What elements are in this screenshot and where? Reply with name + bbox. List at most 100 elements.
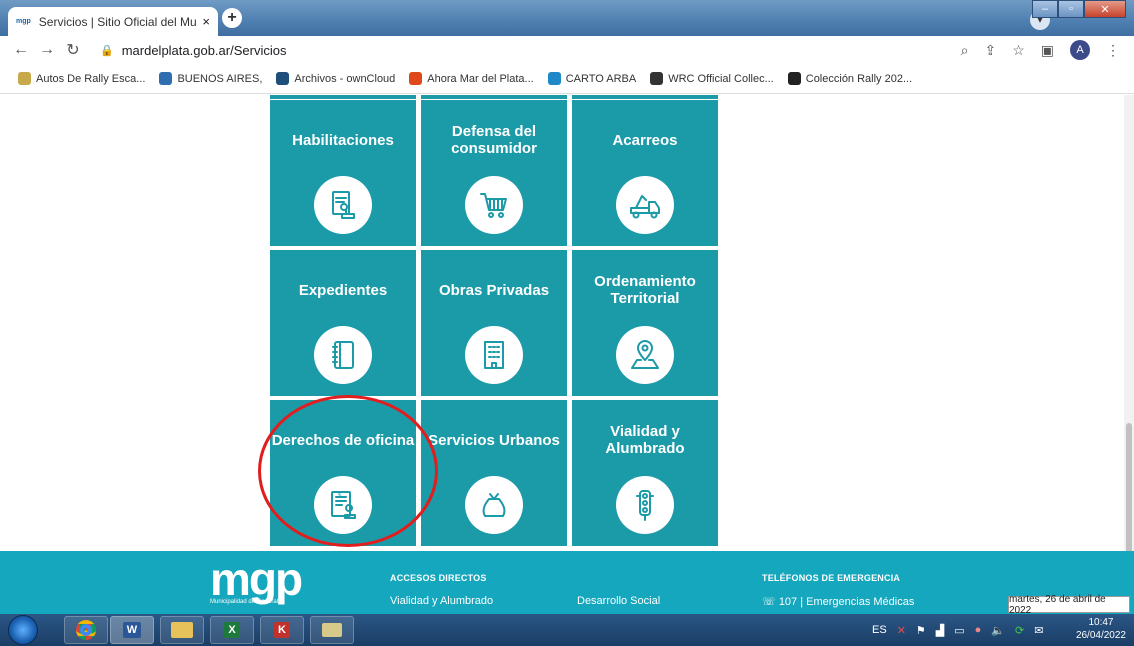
new-tab-button[interactable]: + — [222, 8, 242, 28]
lock-icon[interactable]: 🔒 — [100, 44, 114, 57]
close-tab-icon[interactable]: × — [202, 14, 210, 29]
service-tile-label: Obras Privadas — [438, 281, 550, 299]
side-panel-icon[interactable]: ▣ — [1041, 42, 1054, 59]
minimize-button[interactable]: – — [1032, 0, 1058, 18]
bookmark-label: Autos De Rally Esca... — [36, 72, 146, 85]
close-window-button[interactable]: ✕ — [1084, 0, 1126, 18]
service-tile[interactable]: Vialidad y Alumbrado — [572, 400, 718, 546]
language-indicator[interactable]: ES — [872, 624, 887, 636]
document-stamp-icon — [314, 176, 372, 234]
volume-icon[interactable]: 🔈 — [991, 624, 1005, 637]
tab-favicon: mgp — [16, 18, 31, 25]
windows-taskbar: W X K ES ✕ ⚑ ▟ ▭ ● 🔈 ⟳ ✉ 10:47 26/04/202… — [0, 614, 1134, 646]
sync-icon[interactable]: ⟳ — [1015, 624, 1024, 637]
red-highlight-circle — [258, 395, 438, 547]
footer-link-desarrollo[interactable]: Desarrollo Social — [577, 595, 660, 607]
bookmark-label: BUENOS AIRES, — [177, 72, 263, 85]
service-tile[interactable]: Ordenamiento Territorial — [572, 250, 718, 396]
trash-bag-icon — [465, 476, 523, 534]
bookmark-item[interactable]: WRC Official Collec... — [650, 72, 774, 85]
service-tile-label: Expedientes — [298, 281, 388, 299]
bookmark-item[interactable]: BUENOS AIRES, — [159, 72, 262, 85]
system-tray: ES ✕ ⚑ ▟ ▭ ● 🔈 ⟳ ✉ — [872, 614, 1043, 646]
network-icon[interactable]: ▟ — [936, 624, 944, 637]
accesos-heading: ACCESOS DIRECTOS — [390, 573, 487, 583]
building-icon — [465, 326, 523, 384]
bookmark-star-icon[interactable]: ☆ — [1012, 42, 1025, 59]
mountain-icon — [159, 72, 173, 85]
bookmark-item[interactable]: Colección Rally 202... — [787, 72, 913, 85]
page-scrollbar[interactable] — [1124, 95, 1134, 614]
footer-link-vialidad[interactable]: Vialidad y Alumbrado — [390, 595, 493, 607]
service-tile[interactable]: Defensa del consumidor — [421, 100, 567, 246]
address-bar: ← → ↻ 🔒 mardelplata.gob.ar/Servicios ⌕ ⇪… — [0, 36, 1134, 64]
rally-icon — [18, 72, 31, 85]
telefonos-heading: TELÉFONOS DE EMERGENCIA — [762, 573, 901, 583]
share-icon[interactable]: ⇪ — [984, 42, 996, 59]
logo-text: mgp — [210, 553, 303, 605]
bookmark-item[interactable]: Archivos - ownCloud — [276, 72, 395, 85]
menu-icon[interactable]: ⋮ — [1106, 42, 1120, 59]
reload-icon[interactable]: ↻ — [60, 40, 86, 60]
browser-tab-bar: mgp Servicios | Sitio Oficial del Munici… — [0, 0, 1134, 36]
disc-icon — [787, 72, 801, 85]
bookmark-label: Ahora Mar del Plata... — [427, 72, 534, 85]
window-controls: – ▫ ✕ — [1032, 0, 1126, 18]
service-tile-label: Defensa del consumidor — [451, 123, 537, 157]
word-taskbar-icon[interactable]: W — [110, 616, 154, 644]
date-tooltip: martes, 26 de abril de 2022 — [1008, 594, 1130, 616]
start-button[interactable] — [8, 615, 38, 645]
back-icon[interactable]: ← — [8, 41, 34, 59]
bookmark-label: Colección Rally 202... — [805, 72, 913, 85]
explorer-taskbar-icon[interactable] — [160, 616, 204, 644]
service-tile-label: Servicios Urbanos — [428, 431, 560, 449]
chrome-taskbar-icon[interactable] — [64, 616, 108, 644]
security-icon[interactable]: ● — [975, 624, 982, 636]
toolbar-actions: ⌕ ⇪ ☆ ▣ A ⋮ — [961, 40, 1120, 60]
service-tile-label: Habilitaciones — [292, 131, 394, 149]
phone-icon: ☏ — [762, 596, 779, 608]
car-icon — [650, 72, 664, 85]
arba-icon — [547, 72, 561, 85]
app-taskbar-icon[interactable] — [310, 616, 354, 644]
mgp-logo[interactable]: mgp Municipalidad de General — [210, 556, 303, 606]
service-tile[interactable]: Acarreos — [572, 100, 718, 246]
bookmark-label: CARTO ARBA — [565, 72, 637, 85]
service-tile-label: Vialidad y Alumbrado — [605, 423, 685, 457]
shopping-cart-icon — [465, 176, 523, 234]
service-tile[interactable]: Servicios Urbanos — [421, 400, 567, 546]
binder-icon — [314, 326, 372, 384]
bookmark-item[interactable]: CARTO ARBA — [547, 72, 637, 85]
traffic-light-icon — [616, 476, 674, 534]
service-tile[interactable]: Obras Privadas — [421, 250, 567, 396]
pdf-taskbar-icon[interactable]: K — [260, 616, 304, 644]
bookmark-item[interactable]: Autos De Rally Esca... — [18, 72, 145, 85]
map-pin-icon — [616, 326, 674, 384]
previous-row-tiles — [270, 95, 719, 99]
phone-label: 107 | Emergencias Médicas — [778, 596, 915, 608]
forward-icon[interactable]: → — [34, 41, 60, 59]
system-clock[interactable]: 10:47 26/04/2022 — [1076, 616, 1126, 642]
profile-avatar[interactable]: A — [1070, 40, 1090, 60]
tray-app-icon[interactable]: ✕ — [897, 624, 906, 637]
excel-taskbar-icon[interactable]: X — [210, 616, 254, 644]
site-footer: mgp Municipalidad de General ACCESOS DIR… — [0, 551, 1134, 614]
tow-truck-icon — [616, 176, 674, 234]
service-tile-label: Ordenamiento Territorial — [594, 273, 696, 307]
cloud-icon — [276, 72, 290, 85]
maximize-button[interactable]: ▫ — [1058, 0, 1084, 18]
zoom-icon[interactable]: ⌕ — [961, 42, 969, 59]
mail-icon[interactable]: ✉ — [1034, 624, 1043, 637]
clock-time: 10:47 — [1088, 617, 1114, 628]
flag-icon[interactable]: ⚑ — [916, 624, 926, 637]
service-tile[interactable]: Habilitaciones — [270, 100, 416, 246]
page-content: Habilitaciones Defensa del consumidor Acar… — [0, 95, 1134, 551]
bookmark-item[interactable]: Ahora Mar del Plata... — [409, 72, 534, 85]
service-tile[interactable]: Expedientes — [270, 250, 416, 396]
display-icon[interactable]: ▭ — [954, 624, 964, 637]
clock-date: 26/04/2022 — [1075, 630, 1126, 641]
bookmark-label: WRC Official Collec... — [668, 72, 774, 85]
url-field[interactable]: mardelplata.gob.ar/Servicios — [122, 43, 287, 58]
footer-phone-107[interactable]: ☏ 107 | Emergencias Médicas — [762, 595, 914, 608]
active-tab[interactable]: mgp Servicios | Sitio Oficial del Munici… — [8, 7, 218, 36]
